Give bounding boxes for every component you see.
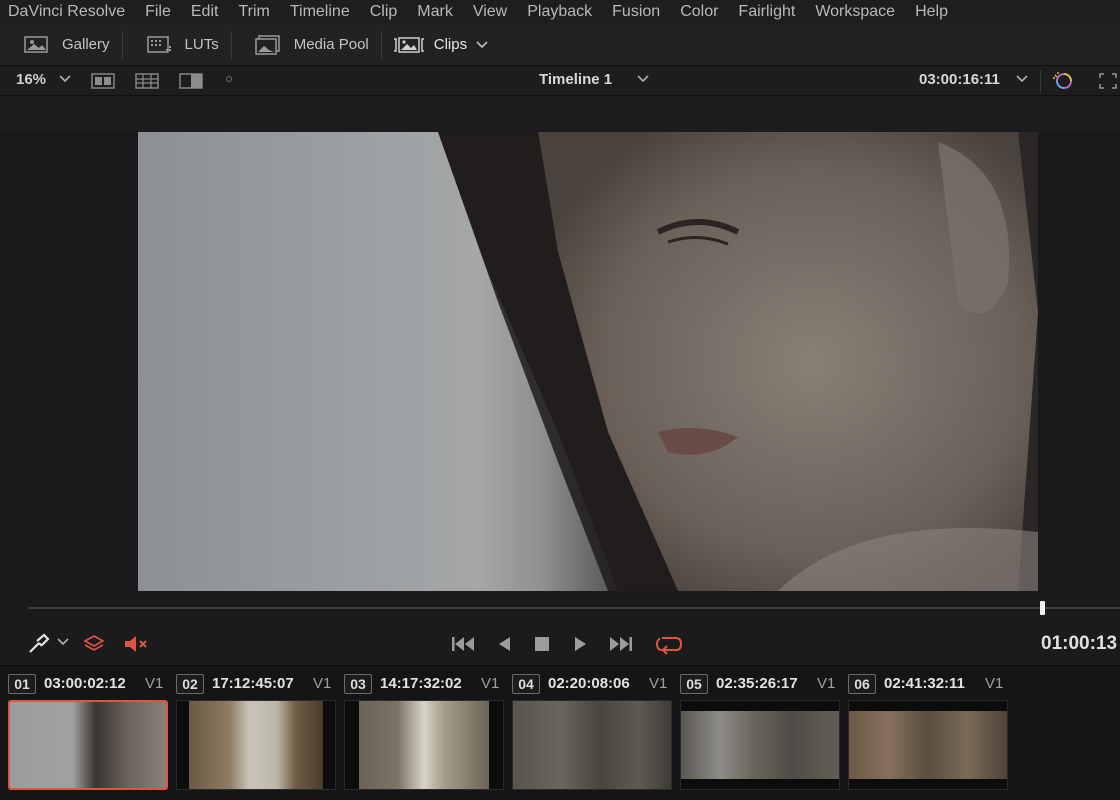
clip-header: 05 02:35:26:17 V1	[680, 674, 844, 694]
clip-header: 03 14:17:32:02 V1	[344, 674, 508, 694]
clip-number: 04	[512, 674, 540, 694]
viewer-frame-image	[138, 132, 1038, 591]
grid-view-icon[interactable]	[134, 72, 160, 90]
clip-timecode: 02:35:26:17	[716, 675, 798, 692]
clip-track: V1	[649, 675, 668, 692]
chevron-down-icon[interactable]	[56, 637, 70, 647]
clip-number: 05	[680, 674, 708, 694]
clip-item[interactable]: 01 03:00:02:12 V1	[8, 666, 172, 800]
wipe-view-icon[interactable]	[178, 72, 204, 90]
clip-number: 03	[344, 674, 372, 694]
clip-thumbnail[interactable]	[848, 700, 1008, 790]
viewer-subbar	[0, 97, 1120, 131]
split-view-icon[interactable]	[90, 72, 116, 90]
playhead-handle[interactable]	[1040, 601, 1045, 615]
play-reverse-icon[interactable]	[494, 633, 514, 655]
clip-number: 02	[176, 674, 204, 694]
menu-edit[interactable]: Edit	[191, 3, 219, 21]
gallery-button[interactable]: Gallery	[0, 24, 122, 65]
gallery-icon	[24, 35, 48, 53]
menu-help[interactable]: Help	[915, 3, 948, 21]
menu-fairlight[interactable]: Fairlight	[738, 3, 795, 21]
scrubber[interactable]	[0, 591, 1120, 623]
clip-thumbnail[interactable]	[8, 700, 168, 790]
header-divider	[1040, 70, 1041, 92]
clip-item[interactable]: 04 02:20:08:06 V1	[512, 666, 676, 800]
luts-label: LUTs	[184, 36, 219, 53]
menu-mark[interactable]: Mark	[417, 3, 453, 21]
indicator-dot-icon	[226, 76, 232, 82]
loop-icon[interactable]	[654, 633, 684, 655]
menu-playback[interactable]: Playback	[527, 3, 592, 21]
menu-file[interactable]: File	[145, 3, 171, 21]
clip-track: V1	[985, 675, 1004, 692]
menu-trim[interactable]: Trim	[238, 3, 269, 21]
clips-icon	[393, 36, 424, 53]
clip-number: 06	[848, 674, 876, 694]
play-icon[interactable]	[570, 633, 590, 655]
viewer-header: 16% Timeline 1 03:00:16:11	[0, 66, 1120, 96]
timeline-title[interactable]: Timeline 1	[539, 71, 612, 88]
clips-strip: 01 03:00:02:12 V1 02 17:12:45:07 V1 03 1…	[0, 666, 1120, 800]
menu-app[interactable]: DaVinci Resolve	[8, 3, 125, 21]
transport-timecode: 01:00:13	[1041, 633, 1118, 654]
clip-header: 02 17:12:45:07 V1	[176, 674, 340, 694]
clips-button[interactable]: Clips	[382, 24, 501, 65]
clip-header: 04 02:20:08:06 V1	[512, 674, 676, 694]
menu-timeline[interactable]: Timeline	[290, 3, 350, 21]
chevron-down-icon[interactable]	[58, 74, 72, 84]
menu-workspace[interactable]: Workspace	[815, 3, 895, 21]
viewer-frame-art	[438, 132, 1038, 591]
clip-item[interactable]: 03 14:17:32:02 V1	[344, 666, 508, 800]
clip-track: V1	[817, 675, 836, 692]
gallery-label: Gallery	[62, 36, 110, 53]
menu-view[interactable]: View	[473, 3, 507, 21]
clip-header: 06 02:41:32:11 V1	[848, 674, 1012, 694]
clip-thumbnail[interactable]	[344, 700, 504, 790]
clip-thumbnail[interactable]	[176, 700, 336, 790]
media-pool-icon	[254, 34, 280, 55]
layers-icon[interactable]	[82, 633, 106, 655]
menu-clip[interactable]: Clip	[370, 3, 398, 21]
skip-to-end-icon[interactable]	[608, 633, 634, 655]
clip-number: 01	[8, 674, 36, 694]
clip-timecode: 02:41:32:11	[884, 675, 965, 692]
clip-track: V1	[145, 675, 164, 692]
clip-track: V1	[313, 675, 332, 692]
clips-label: Clips	[433, 36, 468, 53]
transport-bar: 01:00:13	[0, 623, 1120, 666]
clip-timecode: 17:12:45:07	[212, 675, 294, 692]
clip-timecode: 03:00:02:12	[44, 675, 126, 692]
luts-icon	[146, 35, 171, 53]
clip-thumbnail[interactable]	[512, 700, 672, 790]
toolbar: Gallery LUTs Media Pool Clips	[0, 24, 1120, 66]
skip-to-start-icon[interactable]	[450, 633, 476, 655]
clip-timecode: 02:20:08:06	[548, 675, 630, 692]
media-pool-label: Media Pool	[293, 36, 369, 53]
menu-bar: DaVinci Resolve File Edit Trim Timeline …	[0, 0, 1120, 24]
scrubber-track[interactable]	[28, 607, 1120, 609]
menu-fusion[interactable]: Fusion	[612, 3, 660, 21]
clip-item[interactable]: 05 02:35:26:17 V1	[680, 666, 844, 800]
chevron-down-icon[interactable]	[636, 74, 650, 84]
clip-header: 01 03:00:02:12 V1	[8, 674, 172, 694]
viewer-timecode: 03:00:16:11	[919, 71, 1000, 88]
media-pool-button[interactable]: Media Pool	[232, 24, 381, 65]
clip-item[interactable]: 02 17:12:45:07 V1	[176, 666, 340, 800]
clip-track: V1	[481, 675, 500, 692]
menu-color[interactable]: Color	[680, 3, 718, 21]
clip-item[interactable]: 06 02:41:32:11 V1	[848, 666, 1012, 800]
color-wheel-icon[interactable]	[1050, 70, 1076, 92]
fullscreen-icon[interactable]	[1098, 72, 1118, 90]
stop-icon[interactable]	[532, 633, 552, 655]
eyedropper-icon[interactable]	[26, 633, 50, 655]
clip-thumbnail[interactable]	[680, 700, 840, 790]
luts-button[interactable]: LUTs	[123, 24, 231, 65]
chevron-down-icon[interactable]	[1015, 74, 1029, 84]
clip-timecode: 14:17:32:02	[380, 675, 462, 692]
chevron-down-icon	[476, 40, 488, 48]
zoom-level[interactable]: 16%	[16, 71, 46, 88]
mute-icon[interactable]	[122, 633, 150, 655]
viewer[interactable]	[0, 131, 1120, 591]
